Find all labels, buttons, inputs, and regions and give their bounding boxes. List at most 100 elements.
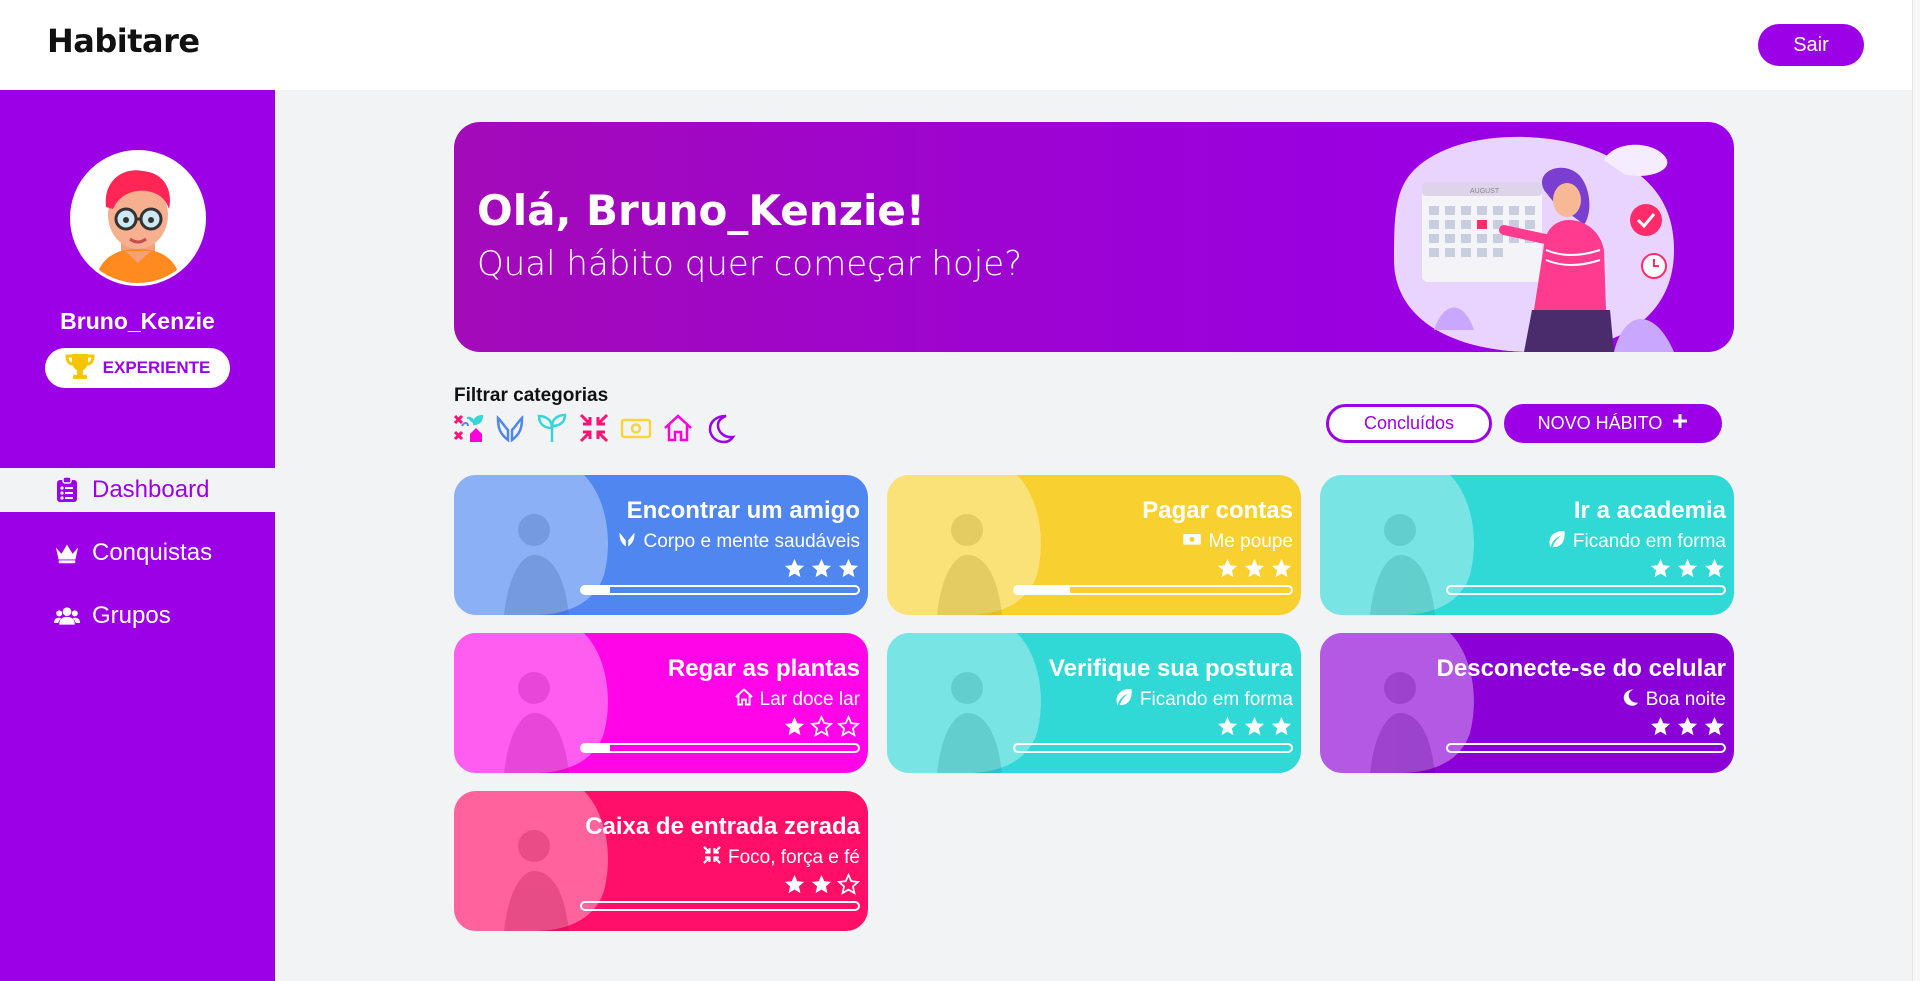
- habit-category: Corpo e mente saudáveis: [617, 529, 860, 555]
- habit-title: Encontrar um amigo: [626, 497, 860, 524]
- habit-progress-bar: [580, 901, 860, 911]
- star-filled-icon: [837, 557, 860, 585]
- habit-card[interactable]: Caixa de entrada zerada Foco, força e fé: [454, 791, 868, 931]
- sidebar-curve-top: [0, 400, 275, 468]
- habit-title: Regar as plantas: [667, 655, 860, 682]
- hands-icon[interactable]: [494, 412, 526, 444]
- habit-category-label: Lar doce lar: [759, 689, 860, 710]
- banner-greeting: Olá, Bruno_Kenzie!: [477, 186, 926, 235]
- difficulty-stars: [1216, 557, 1293, 585]
- level-label: EXPERIENTE: [102, 358, 211, 377]
- avatar[interactable]: [70, 150, 206, 286]
- completed-button[interactable]: Concluídos: [1326, 404, 1492, 443]
- habit-category-label: Foco, força e fé: [727, 847, 860, 868]
- habit-progress-bar: [1013, 743, 1293, 753]
- difficulty-stars: [1216, 715, 1293, 743]
- habit-category-label: Ficando em forma: [1572, 531, 1726, 552]
- money-icon: [1182, 529, 1202, 555]
- star-filled-icon: [1243, 557, 1266, 585]
- home-icon: [734, 687, 754, 713]
- star-empty-icon: [836, 714, 861, 743]
- username: Bruno_Kenzie: [60, 308, 215, 334]
- money-icon[interactable]: [620, 412, 652, 444]
- habit-card[interactable]: Encontrar um amigo Corpo e mente saudávei…: [454, 475, 868, 615]
- home-icon[interactable]: [662, 412, 694, 444]
- star-filled-icon: [1216, 557, 1239, 585]
- habit-category: Me poupe: [1182, 529, 1293, 555]
- calendar-illustration: AUGUST: [1374, 130, 1714, 352]
- habit-card[interactable]: Pagar contas Me poupe: [887, 475, 1301, 615]
- star-filled-icon: [783, 873, 806, 901]
- compress-icon[interactable]: [578, 412, 610, 444]
- all-categories-icon[interactable]: [452, 412, 484, 444]
- habit-progress-bar: [1013, 585, 1293, 595]
- moon-icon[interactable]: [704, 412, 736, 444]
- crown-icon: [54, 540, 80, 566]
- habit-category-label: Me poupe: [1208, 531, 1293, 552]
- logout-button[interactable]: Sair: [1758, 24, 1864, 66]
- star-filled-icon: [810, 557, 833, 585]
- star-empty-icon: [809, 714, 834, 743]
- difficulty-stars: [783, 872, 861, 901]
- app-logo[interactable]: Habitare: [47, 22, 200, 60]
- top-bar: Habitare Sair: [0, 0, 1912, 90]
- welcome-banner: Olá, Bruno_Kenzie! Qual hábito quer come…: [454, 122, 1734, 352]
- sidebar-item-conquistas[interactable]: Conquistas: [32, 531, 275, 575]
- new-habit-label: NOVO HÁBITO: [1537, 413, 1663, 433]
- new-habit-button[interactable]: NOVO HÁBITO: [1504, 404, 1722, 443]
- difficulty-stars: [783, 714, 861, 743]
- star-filled-icon: [1676, 557, 1699, 585]
- sidebar-item-dashboard[interactable]: Dashboard: [32, 468, 275, 512]
- habit-category: Foco, força e fé: [702, 845, 860, 871]
- habit-progress-fill: [1015, 587, 1071, 593]
- habit-title: Desconecte-se do celular: [1436, 655, 1726, 682]
- habit-title: Caixa de entrada zerada: [585, 813, 860, 840]
- star-filled-icon: [1216, 715, 1239, 743]
- habit-card[interactable]: Ir a academia Ficando em forma: [1320, 475, 1734, 615]
- difficulty-stars: [1649, 715, 1726, 743]
- habit-progress-fill: [582, 587, 610, 593]
- calendar-month: AUGUST: [1470, 188, 1500, 195]
- star-filled-icon: [1703, 715, 1726, 743]
- star-filled-icon: [1676, 715, 1699, 743]
- habit-progress-bar: [580, 743, 860, 753]
- habit-card[interactable]: Regar as plantas Lar doce lar: [454, 633, 868, 773]
- hands-icon: [617, 529, 637, 555]
- plus-icon: [1672, 413, 1688, 434]
- category-filter-bar: [452, 412, 736, 444]
- star-filled-icon: [1703, 557, 1726, 585]
- habit-category: Boa noite: [1620, 687, 1726, 713]
- star-filled-icon: [783, 557, 806, 585]
- sidebar-item-grupos[interactable]: Grupos: [32, 594, 275, 638]
- habit-title: Verifique sua postura: [1048, 655, 1293, 682]
- habit-category: Lar doce lar: [734, 687, 860, 713]
- star-filled-icon: [1649, 715, 1672, 743]
- star-filled-icon: [1270, 715, 1293, 743]
- habit-category-label: Ficando em forma: [1139, 689, 1293, 710]
- scrollbar[interactable]: [1912, 0, 1920, 981]
- habit-progress-fill: [582, 745, 610, 751]
- sidebar-item-label: Grupos: [92, 602, 171, 629]
- star-empty-icon: [836, 872, 861, 901]
- star-filled-icon: [783, 715, 806, 743]
- leaf-icon: [1114, 687, 1134, 713]
- star-filled-icon: [1270, 557, 1293, 585]
- habit-title: Pagar contas: [1142, 497, 1293, 524]
- habit-category-label: Boa noite: [1645, 689, 1726, 710]
- sidebar-item-label: Dashboard: [92, 476, 210, 503]
- users-icon: [54, 603, 80, 629]
- moon-icon: [1620, 687, 1640, 713]
- habit-card[interactable]: Verifique sua postura Ficando em forma: [887, 633, 1301, 773]
- filter-label: Filtrar categorias: [454, 385, 609, 406]
- habit-category-label: Corpo e mente saudáveis: [643, 531, 860, 552]
- difficulty-stars: [1649, 557, 1726, 585]
- habit-title: Ir a academia: [1573, 497, 1726, 524]
- star-filled-icon: [1649, 557, 1672, 585]
- trophy-icon: [65, 352, 95, 385]
- habit-category: Ficando em forma: [1547, 529, 1726, 555]
- banner-subtitle: Qual hábito quer começar hoje?: [477, 244, 1023, 284]
- habit-card[interactable]: Desconecte-se do celular Boa noite: [1320, 633, 1734, 773]
- leaf-icon: [1547, 529, 1567, 555]
- sprout-icon[interactable]: [536, 412, 568, 444]
- star-filled-icon: [1243, 715, 1266, 743]
